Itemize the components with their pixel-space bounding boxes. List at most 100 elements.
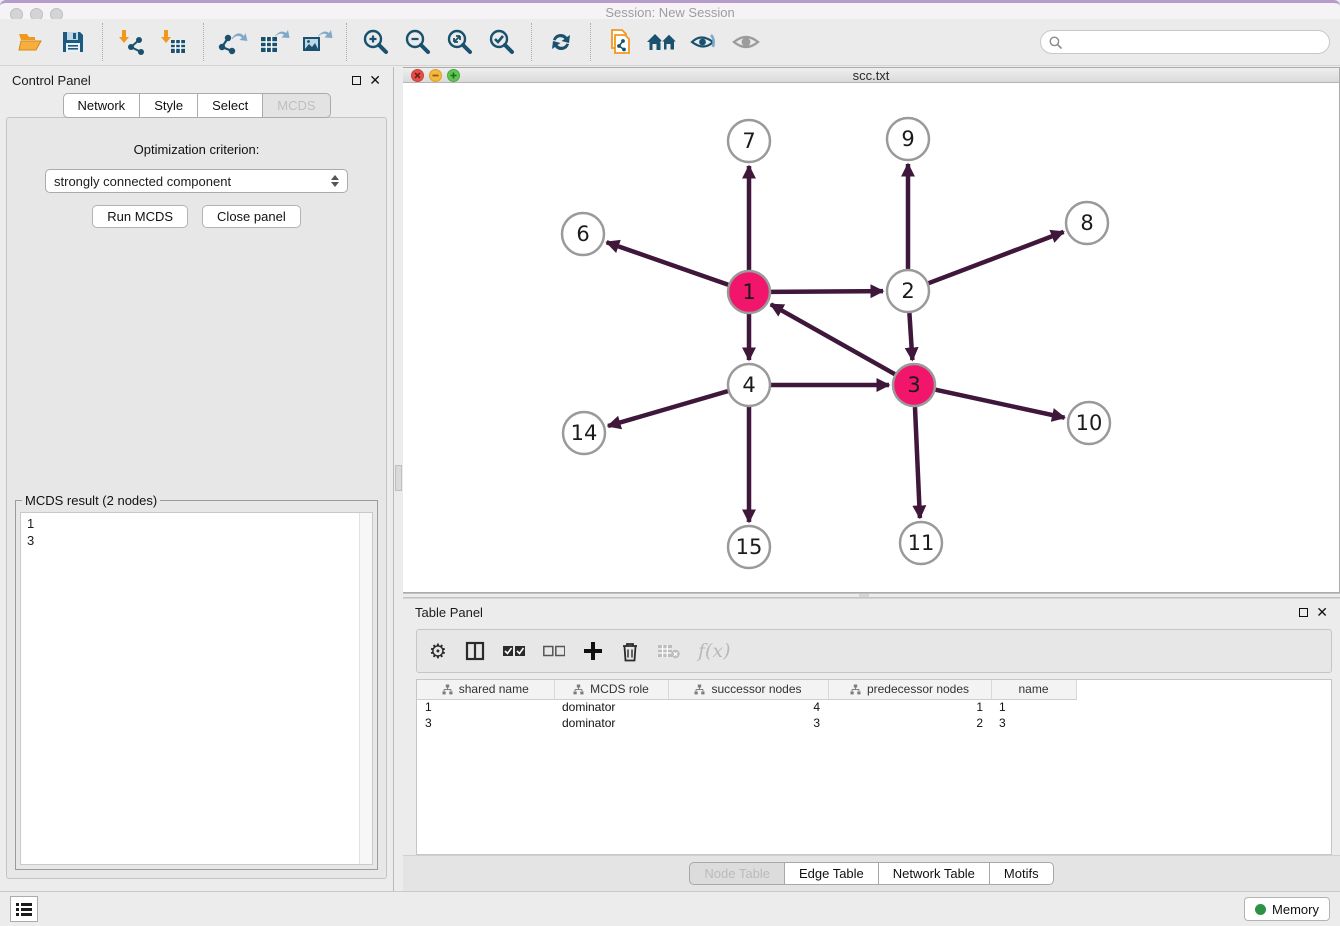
cell-successor-nodes[interactable]: 4 <box>668 699 828 715</box>
graph-edge-2-8[interactable] <box>929 232 1064 283</box>
vertical-splitter[interactable] <box>393 67 403 891</box>
unselect-all-columns-icon[interactable] <box>543 645 565 657</box>
mcds-result-group: MCDS result (2 nodes) 1 3 <box>15 493 378 870</box>
graph-edge-2-3[interactable] <box>909 313 912 360</box>
hide-selected-button[interactable] <box>687 25 721 59</box>
select-all-columns-icon[interactable] <box>503 645 525 657</box>
close-panel-icon[interactable]: ✕ <box>369 74 381 86</box>
node-table: shared name MCDS role successor nodes pr… <box>416 679 1332 855</box>
column-header-name[interactable]: name <box>991 680 1076 699</box>
zoom-in-button[interactable] <box>359 25 393 59</box>
tab-edge-table[interactable]: Edge Table <box>785 862 879 885</box>
cell-name[interactable]: 1 <box>991 699 1076 715</box>
graph-edge-3-11[interactable] <box>915 407 920 518</box>
graph-node-label: 8 <box>1080 211 1093 235</box>
cell-successor-nodes[interactable]: 3 <box>668 715 828 731</box>
status-bar: Memory <box>0 891 1340 926</box>
cell-mcds-role[interactable]: dominator <box>554 715 668 731</box>
tab-network-table[interactable]: Network Table <box>879 862 990 885</box>
tab-select[interactable]: Select <box>198 93 263 118</box>
close-panel-icon[interactable]: ✕ <box>1316 606 1328 618</box>
graph-node-label: 9 <box>901 127 914 151</box>
column-type-icon <box>694 684 705 695</box>
export-table-icon <box>259 28 291 56</box>
export-image-button[interactable] <box>300 25 334 59</box>
graph-node-label: 14 <box>571 421 598 445</box>
save-icon <box>60 29 86 55</box>
tab-node-table[interactable]: Node Table <box>689 862 785 885</box>
float-panel-icon[interactable] <box>1299 608 1308 617</box>
optimization-criterion-label: Optimization criterion: <box>7 142 386 157</box>
mcds-result-line: 1 <box>27 515 366 532</box>
task-history-button[interactable] <box>10 896 38 922</box>
float-panel-icon[interactable] <box>352 76 361 85</box>
column-type-icon <box>442 684 453 695</box>
splitter-grip[interactable] <box>859 594 869 597</box>
table-row[interactable]: 3 dominator 3 2 3 <box>417 715 1076 731</box>
cell-predecessor-nodes[interactable]: 1 <box>828 699 991 715</box>
graph-edge-1-2[interactable] <box>771 291 883 292</box>
horizontal-splitter[interactable] <box>403 593 1340 598</box>
graph-edge-3-1[interactable] <box>771 304 895 374</box>
tab-network[interactable]: Network <box>63 93 141 118</box>
zoom-fit-icon <box>446 28 474 56</box>
search-input[interactable] <box>1067 35 1321 49</box>
graph-node-label: 1 <box>742 280 755 304</box>
zoom-selected-icon <box>488 28 516 56</box>
graph-edge-3-10[interactable] <box>935 390 1064 418</box>
cell-name[interactable]: 3 <box>991 715 1076 731</box>
tab-motifs[interactable]: Motifs <box>990 862 1054 885</box>
save-session-button[interactable] <box>56 25 90 59</box>
mcds-result-line: 3 <box>27 532 366 549</box>
close-panel-button[interactable]: Close panel <box>202 205 301 228</box>
column-header-shared-name[interactable]: shared name <box>417 680 554 699</box>
first-neighbors-button[interactable] <box>645 25 679 59</box>
memory-button[interactable]: Memory <box>1244 897 1330 921</box>
splitter-grip[interactable] <box>395 465 402 491</box>
show-all-button[interactable] <box>729 25 763 59</box>
search-field[interactable] <box>1040 30 1330 54</box>
cell-shared-name[interactable]: 1 <box>417 699 554 715</box>
result-scrollbar[interactable] <box>359 513 372 864</box>
zoom-selected-button[interactable] <box>485 25 519 59</box>
column-header-successor-nodes[interactable]: successor nodes <box>668 680 828 699</box>
tab-mcds[interactable]: MCDS <box>263 93 330 118</box>
network-graph: 7968124314101511 <box>403 83 1339 587</box>
import-network-button[interactable] <box>115 25 149 59</box>
table-settings-icon[interactable]: ⚙ <box>429 641 447 661</box>
import-table-icon <box>160 28 188 56</box>
export-network-button[interactable] <box>216 25 250 59</box>
table-toolbar: ⚙ <box>416 629 1332 673</box>
window-title: Session: New Session <box>0 5 1340 20</box>
new-network-from-selection-button[interactable] <box>603 25 637 59</box>
graph-edge-4-14[interactable] <box>608 391 728 426</box>
column-header-mcds-role[interactable]: MCDS role <box>554 680 668 699</box>
table-row[interactable]: 1 dominator 4 1 1 <box>417 699 1076 715</box>
zoom-out-button[interactable] <box>401 25 435 59</box>
control-panel-title: Control Panel <box>12 73 91 88</box>
mcds-result-textarea[interactable]: 1 3 <box>20 512 373 865</box>
optimization-criterion-select[interactable]: strongly connected component <box>45 169 348 193</box>
cell-shared-name[interactable]: 3 <box>417 715 554 731</box>
cell-mcds-role[interactable]: dominator <box>554 699 668 715</box>
network-canvas[interactable]: 7968124314101511 <box>403 83 1339 592</box>
graph-edge-1-6[interactable] <box>607 242 729 284</box>
graph-node-label: 3 <box>907 373 920 397</box>
column-header-predecessor-nodes[interactable]: predecessor nodes <box>828 680 991 699</box>
import-table-button[interactable] <box>157 25 191 59</box>
run-mcds-button[interactable]: Run MCDS <box>92 205 188 228</box>
control-panel: Control Panel ✕ Network Style Select MCD… <box>0 67 393 891</box>
control-panel-tabs: Network Style Select MCDS <box>0 93 393 118</box>
zoom-fit-button[interactable] <box>443 25 477 59</box>
open-session-button[interactable] <box>14 25 48 59</box>
select-stepper-icon <box>331 175 339 187</box>
tab-style[interactable]: Style <box>140 93 198 118</box>
apply-layout-button[interactable] <box>544 25 578 59</box>
show-columns-icon[interactable] <box>465 641 485 661</box>
create-column-icon[interactable] <box>583 641 603 661</box>
graph-node-label: 11 <box>908 531 935 555</box>
cell-predecessor-nodes[interactable]: 2 <box>828 715 991 731</box>
export-table-button[interactable] <box>258 25 292 59</box>
delete-column-icon[interactable] <box>621 641 639 662</box>
network-frame-titlebar[interactable]: scc.txt <box>403 68 1339 83</box>
